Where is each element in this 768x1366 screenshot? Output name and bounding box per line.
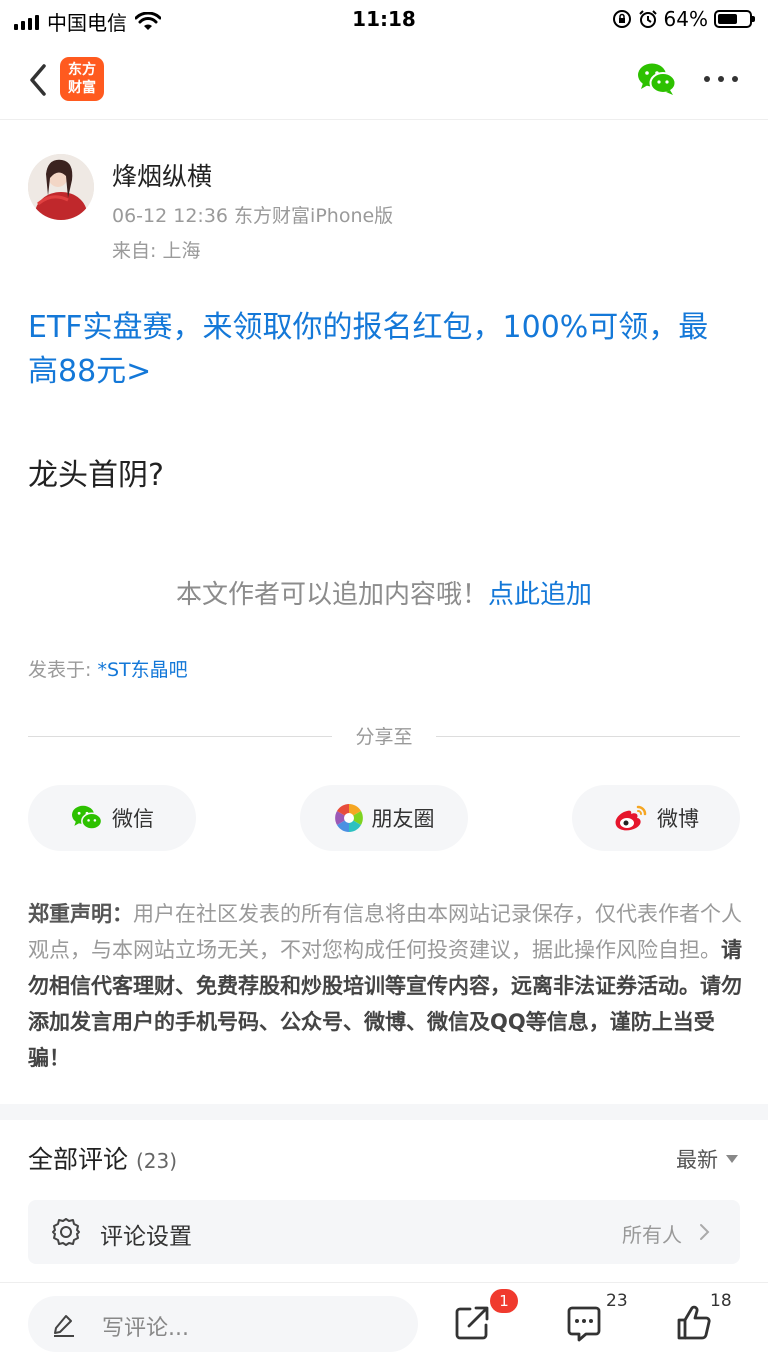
battery-percent: 64% — [663, 7, 708, 31]
gear-icon — [52, 1218, 80, 1246]
wechat-icon — [72, 805, 103, 830]
like-icon[interactable] — [674, 1303, 714, 1343]
logo-text-line1: 东方 — [68, 62, 96, 78]
bottom-bar: 写评论... 1 23 18 — [0, 1282, 768, 1366]
posted-in-label: 发表于: — [28, 659, 98, 681]
moments-icon — [334, 804, 363, 832]
append-link[interactable]: 点此追加 — [488, 580, 592, 610]
post-location: 来自: 上海 — [112, 240, 201, 262]
avatar[interactable] — [28, 154, 94, 220]
more-icon[interactable] — [704, 64, 738, 94]
author-name[interactable]: 烽烟纵横 — [112, 157, 212, 193]
chevron-right-icon — [700, 1224, 710, 1240]
share-weibo-button[interactable]: 微博 — [572, 785, 740, 851]
comment-count: 23 — [606, 1291, 628, 1311]
battery-icon — [714, 10, 755, 28]
disclaimer: 郑重声明：用户在社区发表的所有信息将由本网站记录保存，仅代表作者个人观点，与本网… — [28, 896, 744, 1076]
alarm-icon — [638, 10, 657, 28]
post-body: 龙头首阴? — [28, 458, 164, 493]
rotation-lock-icon — [612, 10, 631, 28]
wechat-icon[interactable] — [636, 60, 678, 98]
comments-title-text: 全部评论 — [28, 1145, 129, 1174]
comment-settings-label: 评论设置 — [100, 1224, 192, 1250]
app-logo: 东方 财富 — [60, 57, 104, 101]
status-right: 64% — [612, 7, 755, 31]
disclaimer-title: 郑重声明： — [28, 902, 133, 926]
sort-label: 最新 — [676, 1148, 718, 1172]
share-wechat-button[interactable]: 微信 — [28, 785, 196, 851]
nav-bar: 东方 财富 — [0, 40, 768, 120]
section-divider — [0, 1104, 768, 1120]
share-divider: 分享至 — [28, 722, 740, 750]
comment-input[interactable]: 写评论... — [28, 1296, 418, 1352]
forum-link[interactable]: *ST东晶吧 — [97, 659, 187, 681]
weibo-icon — [615, 805, 647, 831]
share-moments-button[interactable]: 朋友圈 — [300, 785, 468, 851]
comments-count: (23) — [135, 1149, 178, 1173]
chevron-down-icon — [726, 1155, 738, 1163]
share-weibo-label: 微博 — [657, 807, 699, 831]
share-badge: 1 — [490, 1289, 518, 1313]
pen-icon — [54, 1315, 74, 1337]
comments-title: 全部评论 (23) — [28, 1140, 177, 1176]
promo-link[interactable]: ETF实盘赛，来领取你的报名红包，100%可领，最高88元> — [28, 306, 728, 394]
posted-in: 发表于: *ST东晶吧 — [28, 655, 188, 682]
status-bar: 中国电信 11:18 64% — [0, 0, 768, 40]
comment-icon[interactable] — [564, 1303, 604, 1343]
share-icon[interactable] — [452, 1303, 492, 1343]
disclaimer-text: 用户在社区发表的所有信息将由本网站记录保存，仅代表作者个人观点，与本网站立场无关… — [28, 902, 742, 962]
back-icon[interactable] — [20, 58, 60, 102]
comment-settings-row[interactable]: 评论设置 所有人 — [28, 1200, 740, 1264]
sort-dropdown[interactable]: 最新 — [676, 1144, 738, 1174]
append-text: 本文作者可以追加内容哦！ — [175, 580, 488, 610]
comment-placeholder: 写评论... — [102, 1316, 189, 1341]
comment-settings-value: 所有人 — [622, 1223, 682, 1247]
append-prompt: 本文作者可以追加内容哦！点此追加 — [0, 574, 768, 611]
share-wechat-label: 微信 — [112, 807, 154, 831]
logo-text-line2: 财富 — [68, 80, 96, 96]
like-count: 18 — [710, 1291, 732, 1311]
share-moments-label: 朋友圈 — [371, 807, 435, 831]
post-meta: 06-12 12:36 东方财富iPhone版 — [112, 205, 394, 227]
